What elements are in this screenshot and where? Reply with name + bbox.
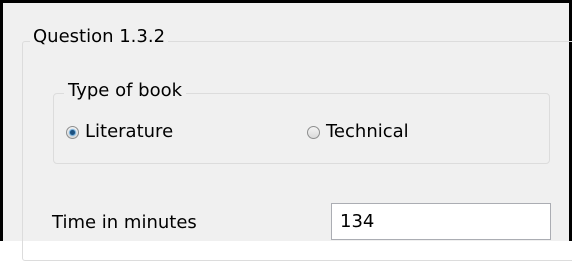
technical-radio-button[interactable] (307, 125, 320, 139)
literature-radio-label[interactable]: Literature (85, 120, 173, 144)
time-in-minutes-label: Time in minutes (52, 212, 197, 233)
dialog-frame: Question 1.3.2 Type of book Literature T… (0, 0, 572, 261)
literature-radio[interactable]: Literature (66, 120, 173, 144)
question-group-title: Question 1.3.2 (30, 25, 169, 49)
literature-radio-button[interactable] (66, 125, 79, 139)
time-in-minutes-input[interactable] (331, 203, 551, 240)
technical-radio-label[interactable]: Technical (326, 120, 409, 144)
technical-radio[interactable]: Technical (307, 120, 409, 144)
book-type-group-title: Type of book (64, 79, 187, 103)
